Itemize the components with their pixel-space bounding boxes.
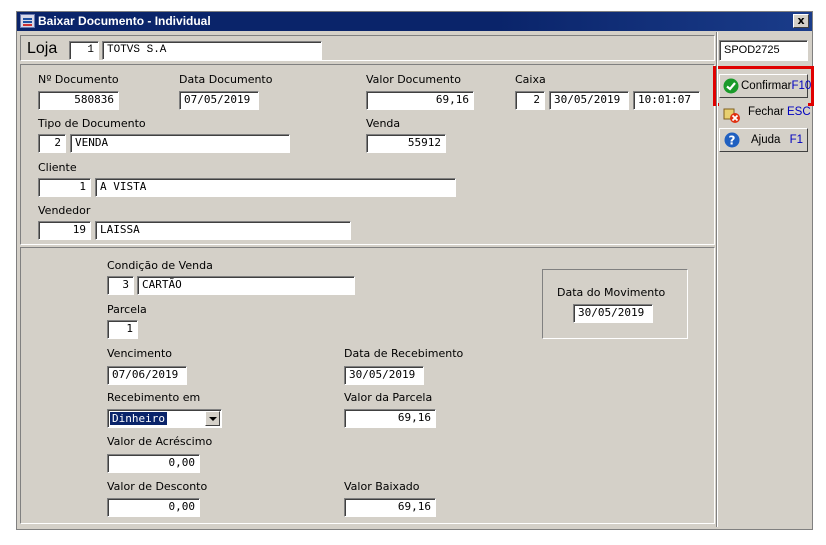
- right-column-divider: [716, 32, 718, 527]
- cond-venda-code-field[interactable]: 3: [107, 276, 134, 295]
- cliente-name-field[interactable]: A VISTA: [95, 178, 456, 197]
- vendedor-label: Vendedor: [38, 204, 91, 217]
- venda-label: Venda: [366, 117, 401, 130]
- valor-desc-label: Valor de Desconto: [107, 480, 208, 493]
- help-icon: ?: [724, 132, 740, 148]
- valor-acresc-label: Valor de Acréscimo: [107, 435, 213, 448]
- data-doc-label: Data Documento: [179, 73, 273, 86]
- title-bar[interactable]: Baixar Documento - Individual x: [17, 12, 812, 31]
- valor-doc-label: Valor Documento: [366, 73, 461, 86]
- tipo-doc-name-field[interactable]: VENDA: [70, 134, 290, 153]
- venda-field[interactable]: 55912: [366, 134, 446, 153]
- ajuda-label: Ajuda: [751, 134, 781, 146]
- data-movimento-label: Data do Movimento: [557, 286, 666, 299]
- receb-em-label: Recebimento em: [107, 391, 201, 404]
- valor-parcela-field[interactable]: 69,16: [344, 409, 436, 428]
- loja-name-field[interactable]: TOTVS S.A: [102, 41, 322, 60]
- caixa-label: Caixa: [515, 73, 546, 86]
- vencimento-label: Vencimento: [107, 347, 173, 360]
- tipo-doc-code-field[interactable]: 2: [38, 134, 66, 153]
- parcela-label: Parcela: [107, 303, 147, 316]
- cliente-code-field[interactable]: 1: [38, 178, 91, 197]
- fechar-hotkey: ESC: [787, 106, 811, 118]
- highlight-box: [713, 66, 814, 106]
- loja-label: Loja: [27, 40, 58, 57]
- vendedor-code-field[interactable]: 19: [38, 221, 91, 240]
- fechar-button[interactable]: Fechar ESC: [719, 101, 811, 125]
- close-button[interactable]: x: [793, 14, 809, 28]
- valor-baixado-label: Valor Baixado: [344, 480, 420, 493]
- cond-venda-name-field[interactable]: CARTÃO: [137, 276, 355, 295]
- valor-baixado-field[interactable]: 69,16: [344, 498, 436, 517]
- caixa-code-field[interactable]: 2: [515, 91, 545, 110]
- cliente-label: Cliente: [38, 161, 77, 174]
- window-title: Baixar Documento - Individual: [38, 14, 211, 28]
- loja-code-field[interactable]: 1: [69, 41, 99, 60]
- valor-parcela-label: Valor da Parcela: [344, 391, 433, 404]
- close-door-icon: [723, 108, 740, 123]
- valor-acresc-field[interactable]: 0,00: [107, 454, 200, 473]
- station-field[interactable]: SPOD2725: [719, 40, 808, 61]
- caixa-date-field[interactable]: 30/05/2019: [549, 91, 629, 110]
- data-movimento-field[interactable]: 30/05/2019: [573, 304, 653, 323]
- vencimento-field[interactable]: 07/06/2019: [107, 366, 187, 385]
- num-doc-field[interactable]: 580836: [38, 91, 119, 110]
- data-receb-label: Data de Recebimento: [344, 347, 464, 360]
- tipo-doc-label: Tipo de Documento: [38, 117, 146, 130]
- vendedor-name-field[interactable]: LAISSA: [95, 221, 351, 240]
- receb-em-value: Dinheiro: [110, 412, 167, 425]
- ajuda-hotkey: F1: [789, 134, 803, 146]
- app-icon: [20, 14, 35, 28]
- svg-text:?: ?: [729, 134, 736, 148]
- num-doc-label: Nº Documento: [38, 73, 119, 86]
- receb-em-dropdown[interactable]: Dinheiro: [107, 409, 222, 428]
- chevron-down-icon[interactable]: [205, 411, 220, 426]
- caixa-time-field[interactable]: 10:01:07: [633, 91, 700, 110]
- cond-venda-label: Condição de Venda: [107, 259, 213, 272]
- valor-doc-field[interactable]: 69,16: [366, 91, 474, 110]
- data-doc-field[interactable]: 07/05/2019: [179, 91, 259, 110]
- data-receb-field[interactable]: 30/05/2019: [344, 366, 424, 385]
- valor-desc-field[interactable]: 0,00: [107, 498, 200, 517]
- parcela-field[interactable]: 1: [107, 320, 138, 339]
- ajuda-button[interactable]: ? Ajuda F1: [719, 128, 808, 152]
- fechar-label: Fechar: [748, 106, 784, 118]
